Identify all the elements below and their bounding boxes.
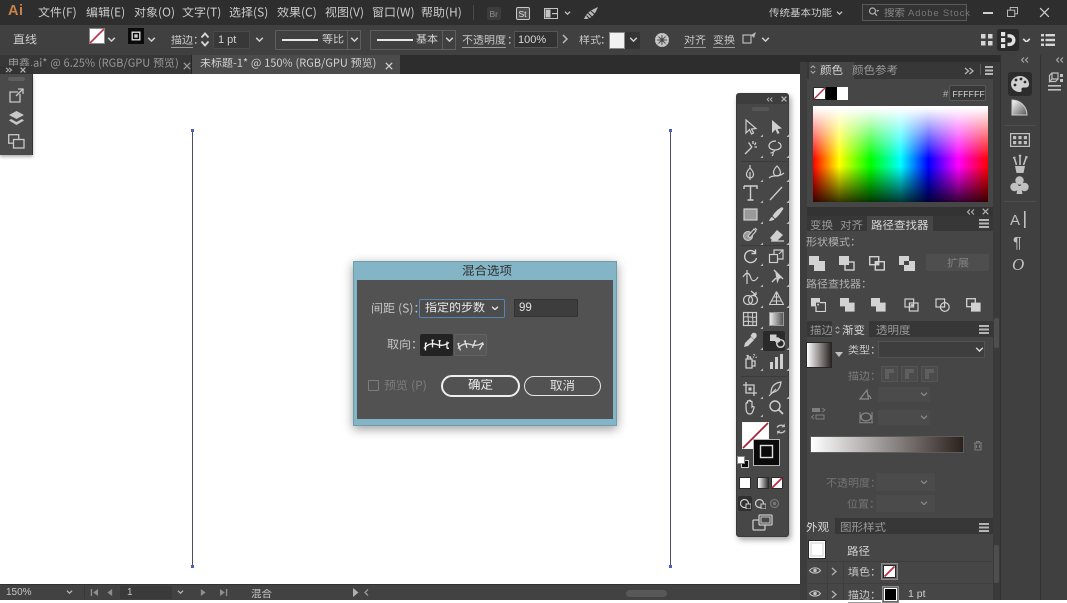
svg-text:O: O <box>1012 256 1024 273</box>
svg-text:A: A <box>1010 212 1020 228</box>
svg-text:¶: ¶ <box>1013 235 1022 251</box>
